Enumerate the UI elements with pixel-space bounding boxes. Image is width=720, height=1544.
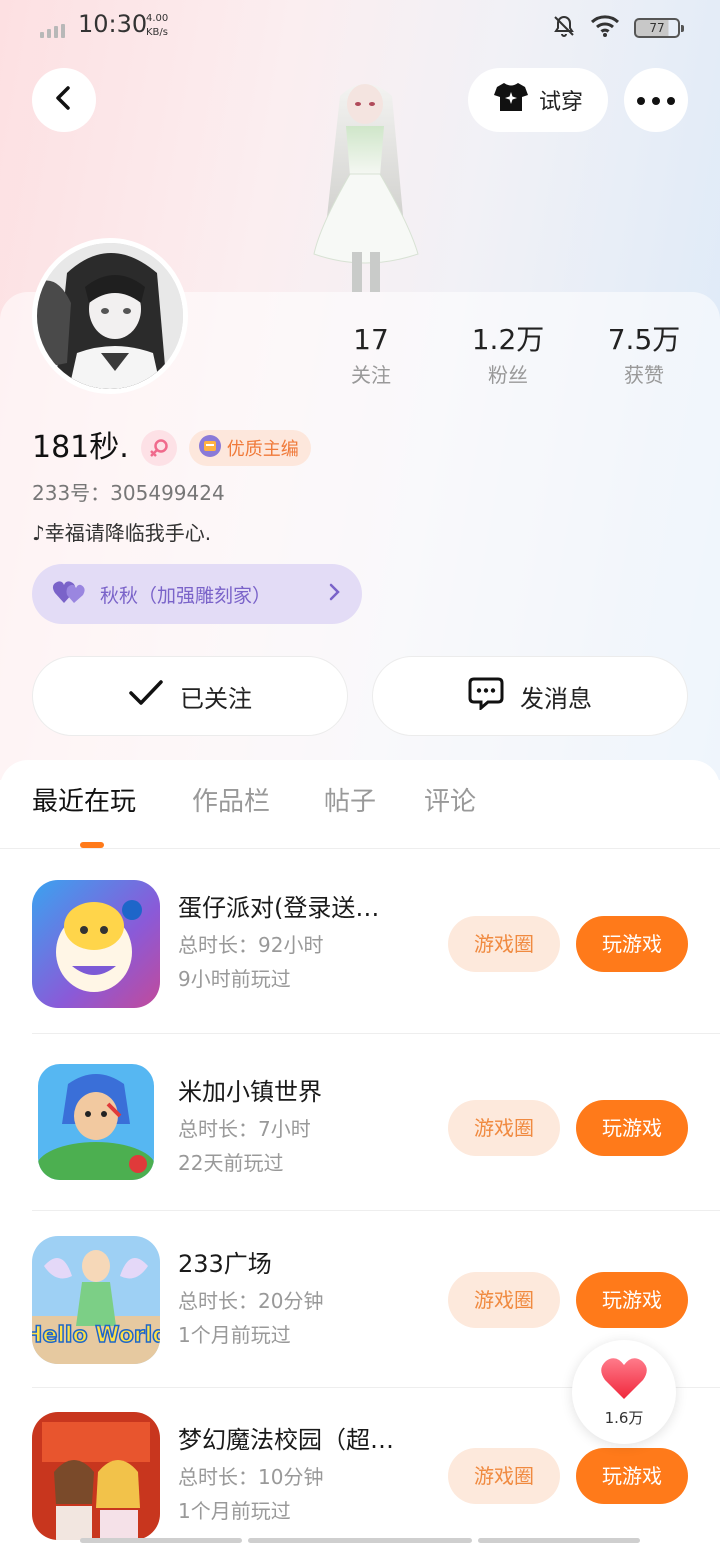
game-name: 233广场 — [178, 1250, 272, 1278]
tab-divider — [0, 848, 720, 849]
tshirt-icon — [493, 81, 529, 119]
game-last-played: 1个月前玩过 — [178, 1499, 291, 1523]
back-button[interactable] — [32, 68, 96, 132]
hello-world-text: Hello World — [32, 1323, 160, 1348]
followed-button[interactable]: 已关注 — [32, 656, 348, 736]
game-duration: 总时长：10分钟 — [178, 1465, 324, 1489]
quality-badge-label: 优质主编 — [226, 439, 299, 460]
list-item[interactable]: 米加小镇世界 总时长：7小时 22天前玩过 游戏圈 玩游戏 — [0, 1064, 720, 1240]
try-on-button[interactable]: 试穿 — [468, 68, 608, 132]
nickname-row: 181秒. 优质主编 — [32, 428, 311, 468]
game-last-played: 9小时前玩过 — [178, 967, 291, 991]
bio: ♪幸福请降临我手心. — [32, 521, 212, 545]
game-duration: 总时长：92小时 — [178, 933, 324, 957]
profile-tabs: 最近在玩 作品栏 帖子 评论 — [0, 780, 720, 848]
divider — [32, 1210, 720, 1211]
tab-recently-played[interactable]: 最近在玩 — [32, 780, 136, 824]
list-item[interactable]: 蛋仔派对(登录送… 总时长：92小时 9小时前玩过 游戏圈 玩游戏 — [0, 880, 720, 1056]
play-game-button[interactable]: 玩游戏 — [576, 1100, 688, 1156]
editor-badge-icon — [197, 433, 223, 464]
game-duration: 总时长：7小时 — [178, 1117, 311, 1141]
title-tag-chip[interactable]: 秋秋（加强雕刻家） — [32, 564, 362, 624]
game-circle-button[interactable]: 游戏圈 — [448, 1272, 560, 1328]
game-name: 米加小镇世界 — [178, 1078, 322, 1106]
chevron-right-icon — [328, 582, 342, 607]
like-float-button[interactable]: 1.6万 — [572, 1340, 676, 1444]
title-tag-label: 秋秋（加强雕刻家） — [100, 584, 272, 607]
game-duration: 总时长：20分钟 — [178, 1289, 324, 1313]
tab-works[interactable]: 作品栏 — [192, 780, 270, 824]
stat-value: 7.5万 — [607, 323, 681, 356]
heart-icon — [600, 1357, 648, 1405]
avatar[interactable] — [32, 238, 188, 394]
user-id: 233号：305499424 — [32, 481, 225, 505]
battery-icon: 77 — [634, 18, 684, 38]
net-speed-value: 4.00 — [146, 13, 169, 24]
tab-comments[interactable]: 评论 — [424, 780, 476, 824]
nickname: 181秒. — [32, 430, 129, 465]
more-horizontal-icon — [636, 91, 676, 110]
game-circle-button[interactable]: 游戏圈 — [448, 1100, 560, 1156]
stat-value: 1.2万 — [471, 323, 545, 356]
game-icon-eggy-party[interactable] — [32, 880, 160, 1008]
play-game-button[interactable]: 玩游戏 — [576, 1272, 688, 1328]
divider — [32, 1033, 720, 1034]
game-icon-233-plaza[interactable]: Hello World — [32, 1236, 160, 1364]
try-on-label: 试穿 — [538, 90, 583, 115]
chat-bubble-icon — [468, 676, 504, 716]
more-button[interactable] — [624, 68, 688, 132]
double-heart-icon — [52, 579, 86, 610]
status-time: 10:30 — [78, 10, 148, 38]
chevron-left-icon — [50, 84, 78, 116]
avatar-3d-figure[interactable] — [300, 76, 430, 292]
stat-likes[interactable]: 7.5万 获赞 — [584, 320, 704, 390]
stat-label: 粉丝 — [488, 363, 528, 387]
scroll-indicator — [80, 1538, 242, 1543]
net-speed: 4.00 KB/s — [146, 12, 168, 40]
game-circle-button[interactable]: 游戏圈 — [448, 916, 560, 972]
game-last-played: 1个月前玩过 — [178, 1323, 291, 1347]
mute-bell-icon — [552, 14, 576, 42]
game-name: 蛋仔派对(登录送… — [178, 894, 380, 922]
tab-posts[interactable]: 帖子 — [324, 780, 376, 824]
check-icon — [128, 679, 164, 713]
stat-label: 关注 — [351, 363, 391, 387]
followed-label: 已关注 — [180, 684, 252, 713]
status-bar: 10:30 4.00 KB/s 77 — [0, 0, 720, 52]
game-icon-magic-school[interactable] — [32, 1412, 160, 1540]
scroll-indicator — [478, 1538, 640, 1543]
send-message-label: 发消息 — [520, 684, 592, 713]
game-last-played: 22天前玩过 — [178, 1151, 284, 1175]
game-icon-miga-town[interactable] — [38, 1064, 154, 1180]
send-message-button[interactable]: 发消息 — [372, 656, 688, 736]
play-game-button[interactable]: 玩游戏 — [576, 916, 688, 972]
game-name: 梦幻魔法校园（超… — [178, 1426, 394, 1454]
wifi-icon — [590, 14, 620, 42]
scroll-indicator — [248, 1538, 472, 1543]
quality-editor-badge[interactable]: 优质主编 — [188, 430, 311, 466]
stat-followers[interactable]: 1.2万 粉丝 — [448, 320, 568, 390]
stat-value: 17 — [353, 323, 389, 356]
signal-icon — [40, 24, 65, 38]
stat-following[interactable]: 17 关注 — [311, 320, 431, 390]
game-circle-button[interactable]: 游戏圈 — [448, 1448, 560, 1504]
stat-label: 获赞 — [624, 363, 664, 387]
net-speed-unit: KB/s — [146, 27, 168, 38]
female-icon — [140, 430, 177, 466]
like-count: 1.6万 — [604, 1408, 644, 1427]
play-game-button[interactable]: 玩游戏 — [576, 1448, 688, 1504]
